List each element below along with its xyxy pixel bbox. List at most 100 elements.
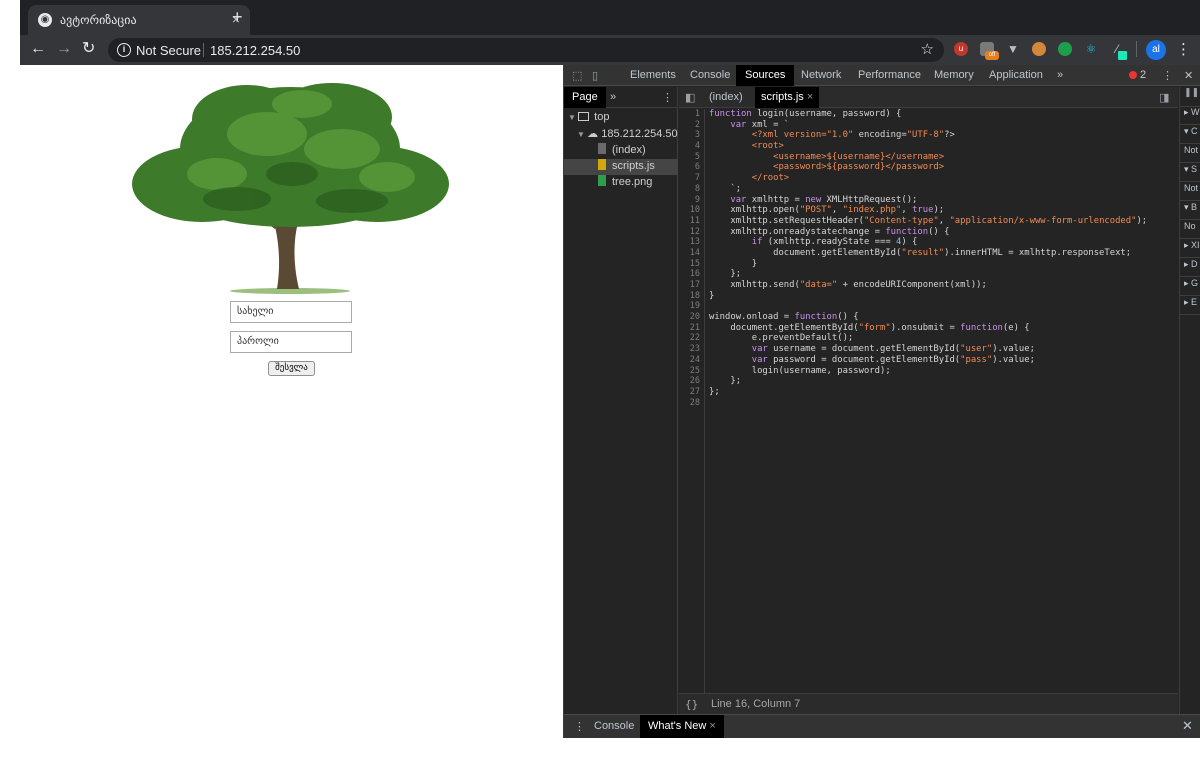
browser-window: ◉ ავტორიზაცია × + ← → ↻ i Not Secure 185… [20, 0, 1200, 738]
line-number[interactable]: 16 [679, 269, 704, 280]
line-number[interactable]: 12 [679, 227, 704, 238]
line-number[interactable]: 26 [679, 376, 704, 387]
line-number[interactable]: 14 [679, 248, 704, 259]
error-count-badge[interactable]: 2 [1129, 69, 1146, 81]
line-number[interactable]: 4 [679, 141, 704, 152]
tree-item-host[interactable]: ▼ ☁ 185.212.254.50 [564, 127, 678, 143]
debugger-pane-row[interactable]: ▸ W [1180, 107, 1200, 125]
forward-icon[interactable]: → [56, 40, 72, 58]
line-number[interactable]: 2 [679, 120, 704, 131]
inspect-element-icon[interactable]: ⬚ [572, 69, 582, 82]
editor-tabs: ◧ (index) scripts.js × ◨ [679, 87, 1178, 108]
code-content[interactable]: function login(username, password) { var… [709, 109, 1177, 693]
profile-avatar[interactable]: al [1146, 40, 1166, 60]
line-number[interactable]: 10 [679, 205, 704, 216]
debugger-pane-row[interactable]: ▸ G [1180, 278, 1200, 296]
line-number[interactable]: 18 [679, 291, 704, 302]
react-devtools-icon[interactable]: ⚛ [1084, 42, 1098, 56]
line-number[interactable]: 3 [679, 130, 704, 141]
line-number[interactable]: 19 [679, 301, 704, 312]
address-bar[interactable]: i Not Secure 185.212.254.50 ☆ [108, 38, 944, 62]
url-text[interactable]: 185.212.254.50 [210, 43, 300, 58]
tab-console[interactable]: Console [690, 69, 730, 81]
code-line: var xmlhttp = new XMLHttpRequest(); [730, 194, 918, 205]
drawer-menu-icon[interactable]: ⋮ [574, 720, 585, 733]
close-editor-tab-icon[interactable]: × [807, 91, 813, 103]
green-ext-icon[interactable] [1058, 42, 1072, 56]
close-drawer-tab-icon[interactable]: × [709, 720, 715, 732]
tree-item-top[interactable]: ▼ top [564, 111, 678, 127]
tab-performance[interactable]: Performance [858, 69, 921, 81]
line-number[interactable]: 24 [679, 355, 704, 366]
device-toolbar-icon[interactable]: ▯ [592, 69, 598, 82]
expand-arrow-icon: ▼ [577, 130, 588, 139]
line-number[interactable]: 25 [679, 366, 704, 377]
debugger-pane-row[interactable]: Not [1180, 145, 1200, 163]
debugger-pane-row[interactable]: Not [1180, 183, 1200, 201]
tab-memory[interactable]: Memory [934, 69, 974, 81]
debugger-pane-row[interactable]: ▾ B [1180, 202, 1200, 220]
editor-tab-scripts[interactable]: scripts.js × [755, 87, 820, 108]
navigator-more-icon[interactable]: » [610, 91, 616, 103]
tab-sources[interactable]: Sources [736, 65, 795, 86]
line-number[interactable]: 6 [679, 162, 704, 173]
line-number[interactable]: 22 [679, 333, 704, 344]
vue-devtools-icon[interactable]: ▼ [1006, 42, 1020, 56]
tab-application[interactable]: Application [989, 69, 1043, 81]
line-number[interactable]: 17 [679, 280, 704, 291]
tree-item-image[interactable]: tree.png [564, 175, 678, 191]
pretty-print-icon[interactable]: {} [685, 698, 698, 711]
menu-kebab-icon[interactable]: ⋮ [1176, 40, 1191, 58]
debugger-pane-row[interactable]: ▾ S [1180, 164, 1200, 182]
back-icon[interactable]: ← [30, 40, 46, 58]
tree-item-scripts[interactable]: scripts.js [564, 159, 678, 175]
close-drawer-icon[interactable]: ✕ [1182, 718, 1193, 734]
login-button[interactable]: შესვლა [268, 361, 315, 376]
browser-tab[interactable]: ◉ ავტორიზაცია × [28, 5, 250, 35]
ublock-icon[interactable]: u [954, 42, 968, 56]
line-number[interactable]: 13 [679, 237, 704, 248]
line-number[interactable]: 11 [679, 216, 704, 227]
line-number[interactable]: 20 [679, 312, 704, 323]
new-tab-button[interactable]: + [232, 8, 243, 26]
debugger-pane-row[interactable]: ▸ D [1180, 259, 1200, 277]
editor-status-bar: {} Line 16, Column 7 [679, 693, 1178, 714]
line-number[interactable]: 27 [679, 387, 704, 398]
line-number[interactable]: 21 [679, 323, 704, 334]
debugger-pane-row[interactable]: ▾ C [1180, 126, 1200, 144]
toggle-debugger-icon[interactable]: ◨ [1159, 91, 1169, 104]
reload-icon[interactable]: ↻ [82, 40, 95, 58]
toggle-navigator-icon[interactable]: ◧ [685, 91, 695, 104]
more-tabs-icon[interactable]: » [1057, 69, 1063, 81]
debugger-pane-row[interactable]: ▸ XI [1180, 240, 1200, 258]
line-number[interactable]: 23 [679, 344, 704, 355]
navigator-tab-page[interactable]: Page [564, 87, 606, 108]
username-input[interactable]: სახელი [230, 301, 352, 323]
line-number[interactable]: 1 [679, 109, 704, 120]
drawer-tab-console[interactable]: Console [594, 720, 634, 732]
drawer-tab-whats-new[interactable]: What's New × [640, 715, 724, 738]
bookmark-star-icon[interactable]: ☆ [921, 40, 934, 58]
cookie-icon[interactable] [1032, 42, 1046, 56]
line-number[interactable]: 9 [679, 195, 704, 206]
info-icon[interactable]: i [117, 43, 131, 57]
cursor-position: Line 16, Column 7 [711, 698, 801, 710]
line-number[interactable]: 28 [679, 398, 704, 409]
navigator-menu-icon[interactable]: ⋮ [662, 91, 673, 104]
code-editor: ◧ (index) scripts.js × ◨ 1 2 3 4 5 6 7 8 9 10 11 12… [679, 87, 1178, 714]
debugger-pane-row[interactable]: ▸ E [1180, 297, 1200, 315]
devtools-menu-icon[interactable]: ⋮ [1162, 69, 1173, 82]
tree-item-index[interactable]: (index) [564, 143, 678, 159]
close-devtools-icon[interactable]: ✕ [1184, 69, 1193, 82]
tab-elements[interactable]: Elements [630, 69, 676, 81]
line-number[interactable]: 5 [679, 152, 704, 163]
tab-network[interactable]: Network [801, 69, 841, 81]
line-number[interactable]: 8 [679, 184, 704, 195]
pause-icon[interactable]: ❚❚ [1180, 87, 1200, 107]
password-input[interactable]: პაროლი [230, 331, 352, 353]
line-number[interactable]: 7 [679, 173, 704, 184]
editor-tab-index[interactable]: (index) [709, 91, 743, 103]
line-number[interactable]: 15 [679, 259, 704, 270]
debugger-pane-row[interactable]: No [1180, 221, 1200, 239]
